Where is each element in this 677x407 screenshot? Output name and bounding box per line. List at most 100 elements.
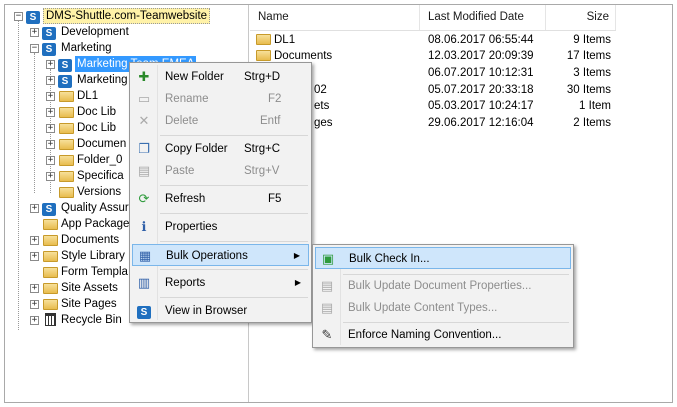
expand-toggle[interactable]: + bbox=[46, 172, 55, 181]
paste-icon: ▤ bbox=[137, 163, 151, 178]
tree-item-label: Recycle Bin bbox=[61, 314, 122, 326]
column-header-size[interactable]: Size bbox=[546, 5, 616, 30]
tree-item[interactable]: + S Development bbox=[5, 24, 245, 40]
properties-icon: ℹ bbox=[141, 219, 147, 234]
reports-icon: ▥ bbox=[137, 275, 151, 290]
expand-toggle[interactable]: + bbox=[30, 236, 39, 245]
tree-item-root[interactable]: − S DMS-Shuttle.com-Teamwebsite bbox=[5, 8, 245, 24]
tree-item-label: Specifica bbox=[77, 170, 124, 182]
menu-item-bulk-operations[interactable]: ▦ Bulk Operations ▶ bbox=[132, 244, 309, 266]
list-cell-modified: 12.03.2017 20:09:39 bbox=[428, 50, 534, 62]
menu-item-refresh[interactable]: ⟳ Refresh F5 bbox=[132, 188, 309, 210]
menu-item-paste[interactable]: ▤ Paste Strg+V bbox=[132, 160, 309, 182]
list-cell-size: 1 Item bbox=[579, 100, 611, 112]
sharepoint-icon: S bbox=[42, 201, 58, 216]
menu-separator bbox=[160, 185, 308, 186]
menu-item-view-in-browser[interactable]: S View in Browser bbox=[132, 300, 309, 322]
menu-item-reports[interactable]: ▥ Reports ▶ bbox=[132, 272, 309, 294]
expand-toggle[interactable]: + bbox=[30, 204, 39, 213]
submenu-arrow-icon: ▶ bbox=[294, 278, 301, 287]
expand-toggle[interactable]: + bbox=[30, 252, 39, 261]
expand-toggle[interactable]: + bbox=[30, 316, 39, 325]
rename-icon: ▭ bbox=[137, 91, 151, 106]
folder-icon bbox=[43, 265, 59, 279]
menu-item-bulk-update-content-types[interactable]: ▤ Bulk Update Content Types... bbox=[315, 297, 571, 319]
list-cell-name: ets bbox=[314, 100, 330, 112]
tree-item-label: App Package bbox=[61, 218, 130, 230]
expand-toggle[interactable]: + bbox=[30, 300, 39, 309]
list-cell-size: 17 Items bbox=[566, 50, 611, 62]
tree-item[interactable]: − S Marketing bbox=[5, 40, 245, 56]
content-types-icon: ▤ bbox=[320, 300, 334, 315]
tree-item-label: DL1 bbox=[77, 90, 99, 102]
folder-icon bbox=[59, 185, 75, 199]
expand-toggle[interactable]: + bbox=[30, 28, 39, 37]
menu-item-delete[interactable]: ✕ Delete Entf bbox=[132, 110, 309, 132]
list-cell-modified: 29.06.2017 12:16:04 bbox=[428, 117, 534, 129]
document-properties-icon: ▤ bbox=[320, 278, 334, 293]
folder-icon bbox=[256, 50, 271, 61]
menu-item-bulk-check-in[interactable]: ▣ Bulk Check In... bbox=[315, 247, 571, 269]
menu-item-bulk-update-document-properties[interactable]: ▤ Bulk Update Document Properties... bbox=[315, 275, 571, 297]
tree-item-label: Doc Lib bbox=[77, 122, 116, 134]
expand-toggle[interactable]: + bbox=[46, 76, 55, 85]
folder-icon bbox=[59, 121, 75, 135]
expand-toggle[interactable]: + bbox=[46, 60, 55, 69]
list-cell-size: 30 Items bbox=[566, 84, 611, 96]
list-cell-name: ges bbox=[314, 117, 333, 129]
copy-icon: ❐ bbox=[138, 141, 150, 156]
menu-separator bbox=[160, 241, 308, 242]
sharepoint-icon: S bbox=[136, 303, 152, 319]
tree-item-label: DMS-Shuttle.com-Teamwebsite bbox=[43, 8, 211, 24]
collapse-toggle[interactable]: − bbox=[30, 44, 39, 53]
expand-toggle[interactable]: + bbox=[46, 92, 55, 101]
expand-toggle[interactable]: + bbox=[30, 284, 39, 293]
submenu-arrow-icon: ▶ bbox=[293, 251, 300, 260]
folder-icon bbox=[59, 169, 75, 183]
folder-icon bbox=[43, 249, 59, 263]
list-cell-modified: 08.06.2017 06:55:44 bbox=[428, 34, 534, 46]
tree-item-label: Doc Lib bbox=[77, 106, 116, 118]
sharepoint-icon: S bbox=[26, 9, 42, 24]
list-cell-name: 02 bbox=[314, 84, 327, 96]
expand-toggle[interactable]: + bbox=[46, 140, 55, 149]
list-cell-modified: 05.03.2017 10:24:17 bbox=[428, 100, 534, 112]
folder-icon bbox=[256, 34, 271, 45]
tree-item-label: Marketing bbox=[61, 42, 112, 54]
tree-item-label: Site Assets bbox=[61, 282, 118, 294]
context-menu: ✚ New Folder Strg+D ▭ Rename F2 ✕ Delete… bbox=[129, 62, 312, 323]
expand-toggle[interactable]: + bbox=[46, 124, 55, 133]
menu-separator bbox=[160, 297, 308, 298]
list-row[interactable]: DL1 08.06.2017 06:55:44 9 Items bbox=[250, 32, 616, 49]
expand-toggle[interactable]: + bbox=[46, 108, 55, 117]
folder-icon bbox=[43, 297, 59, 311]
tree-item-label: Folder_0 bbox=[77, 154, 123, 166]
list-cell-size: 2 Items bbox=[573, 117, 611, 129]
tree-item-label: Development bbox=[61, 26, 129, 38]
list-cell-size: 9 Items bbox=[573, 34, 611, 46]
column-header-name[interactable]: Name bbox=[250, 5, 420, 30]
expand-toggle[interactable]: + bbox=[46, 156, 55, 165]
collapse-toggle[interactable]: − bbox=[14, 12, 23, 21]
list-cell-size: 3 Items bbox=[573, 67, 611, 79]
check-in-icon: ▣ bbox=[321, 251, 335, 266]
menu-item-properties[interactable]: ℹ Properties bbox=[132, 216, 309, 238]
menu-item-rename[interactable]: ▭ Rename F2 bbox=[132, 88, 309, 110]
bulk-operations-icon: ▦ bbox=[138, 248, 152, 263]
menu-item-enforce-naming-convention[interactable]: ✎ Enforce Naming Convention... bbox=[315, 324, 571, 346]
folder-icon bbox=[59, 137, 75, 151]
tree-item-label: Documents bbox=[61, 234, 120, 246]
menu-item-copy-folder[interactable]: ❐ Copy Folder Strg+C bbox=[132, 138, 309, 160]
menu-separator bbox=[160, 269, 308, 270]
tree-item-label: Quality Assur bbox=[61, 202, 129, 214]
folder-icon bbox=[43, 217, 59, 231]
new-folder-icon: ✚ bbox=[138, 69, 150, 84]
column-header-modified[interactable]: Last Modified Date bbox=[420, 5, 546, 30]
sharepoint-icon: S bbox=[42, 25, 58, 40]
folder-icon bbox=[59, 105, 75, 119]
menu-item-new-folder[interactable]: ✚ New Folder Strg+D bbox=[132, 66, 309, 88]
folder-icon bbox=[43, 281, 59, 295]
list-cell-name: DL1 bbox=[256, 32, 295, 49]
menu-separator bbox=[343, 322, 569, 323]
edit-icon: ✎ bbox=[321, 327, 333, 342]
